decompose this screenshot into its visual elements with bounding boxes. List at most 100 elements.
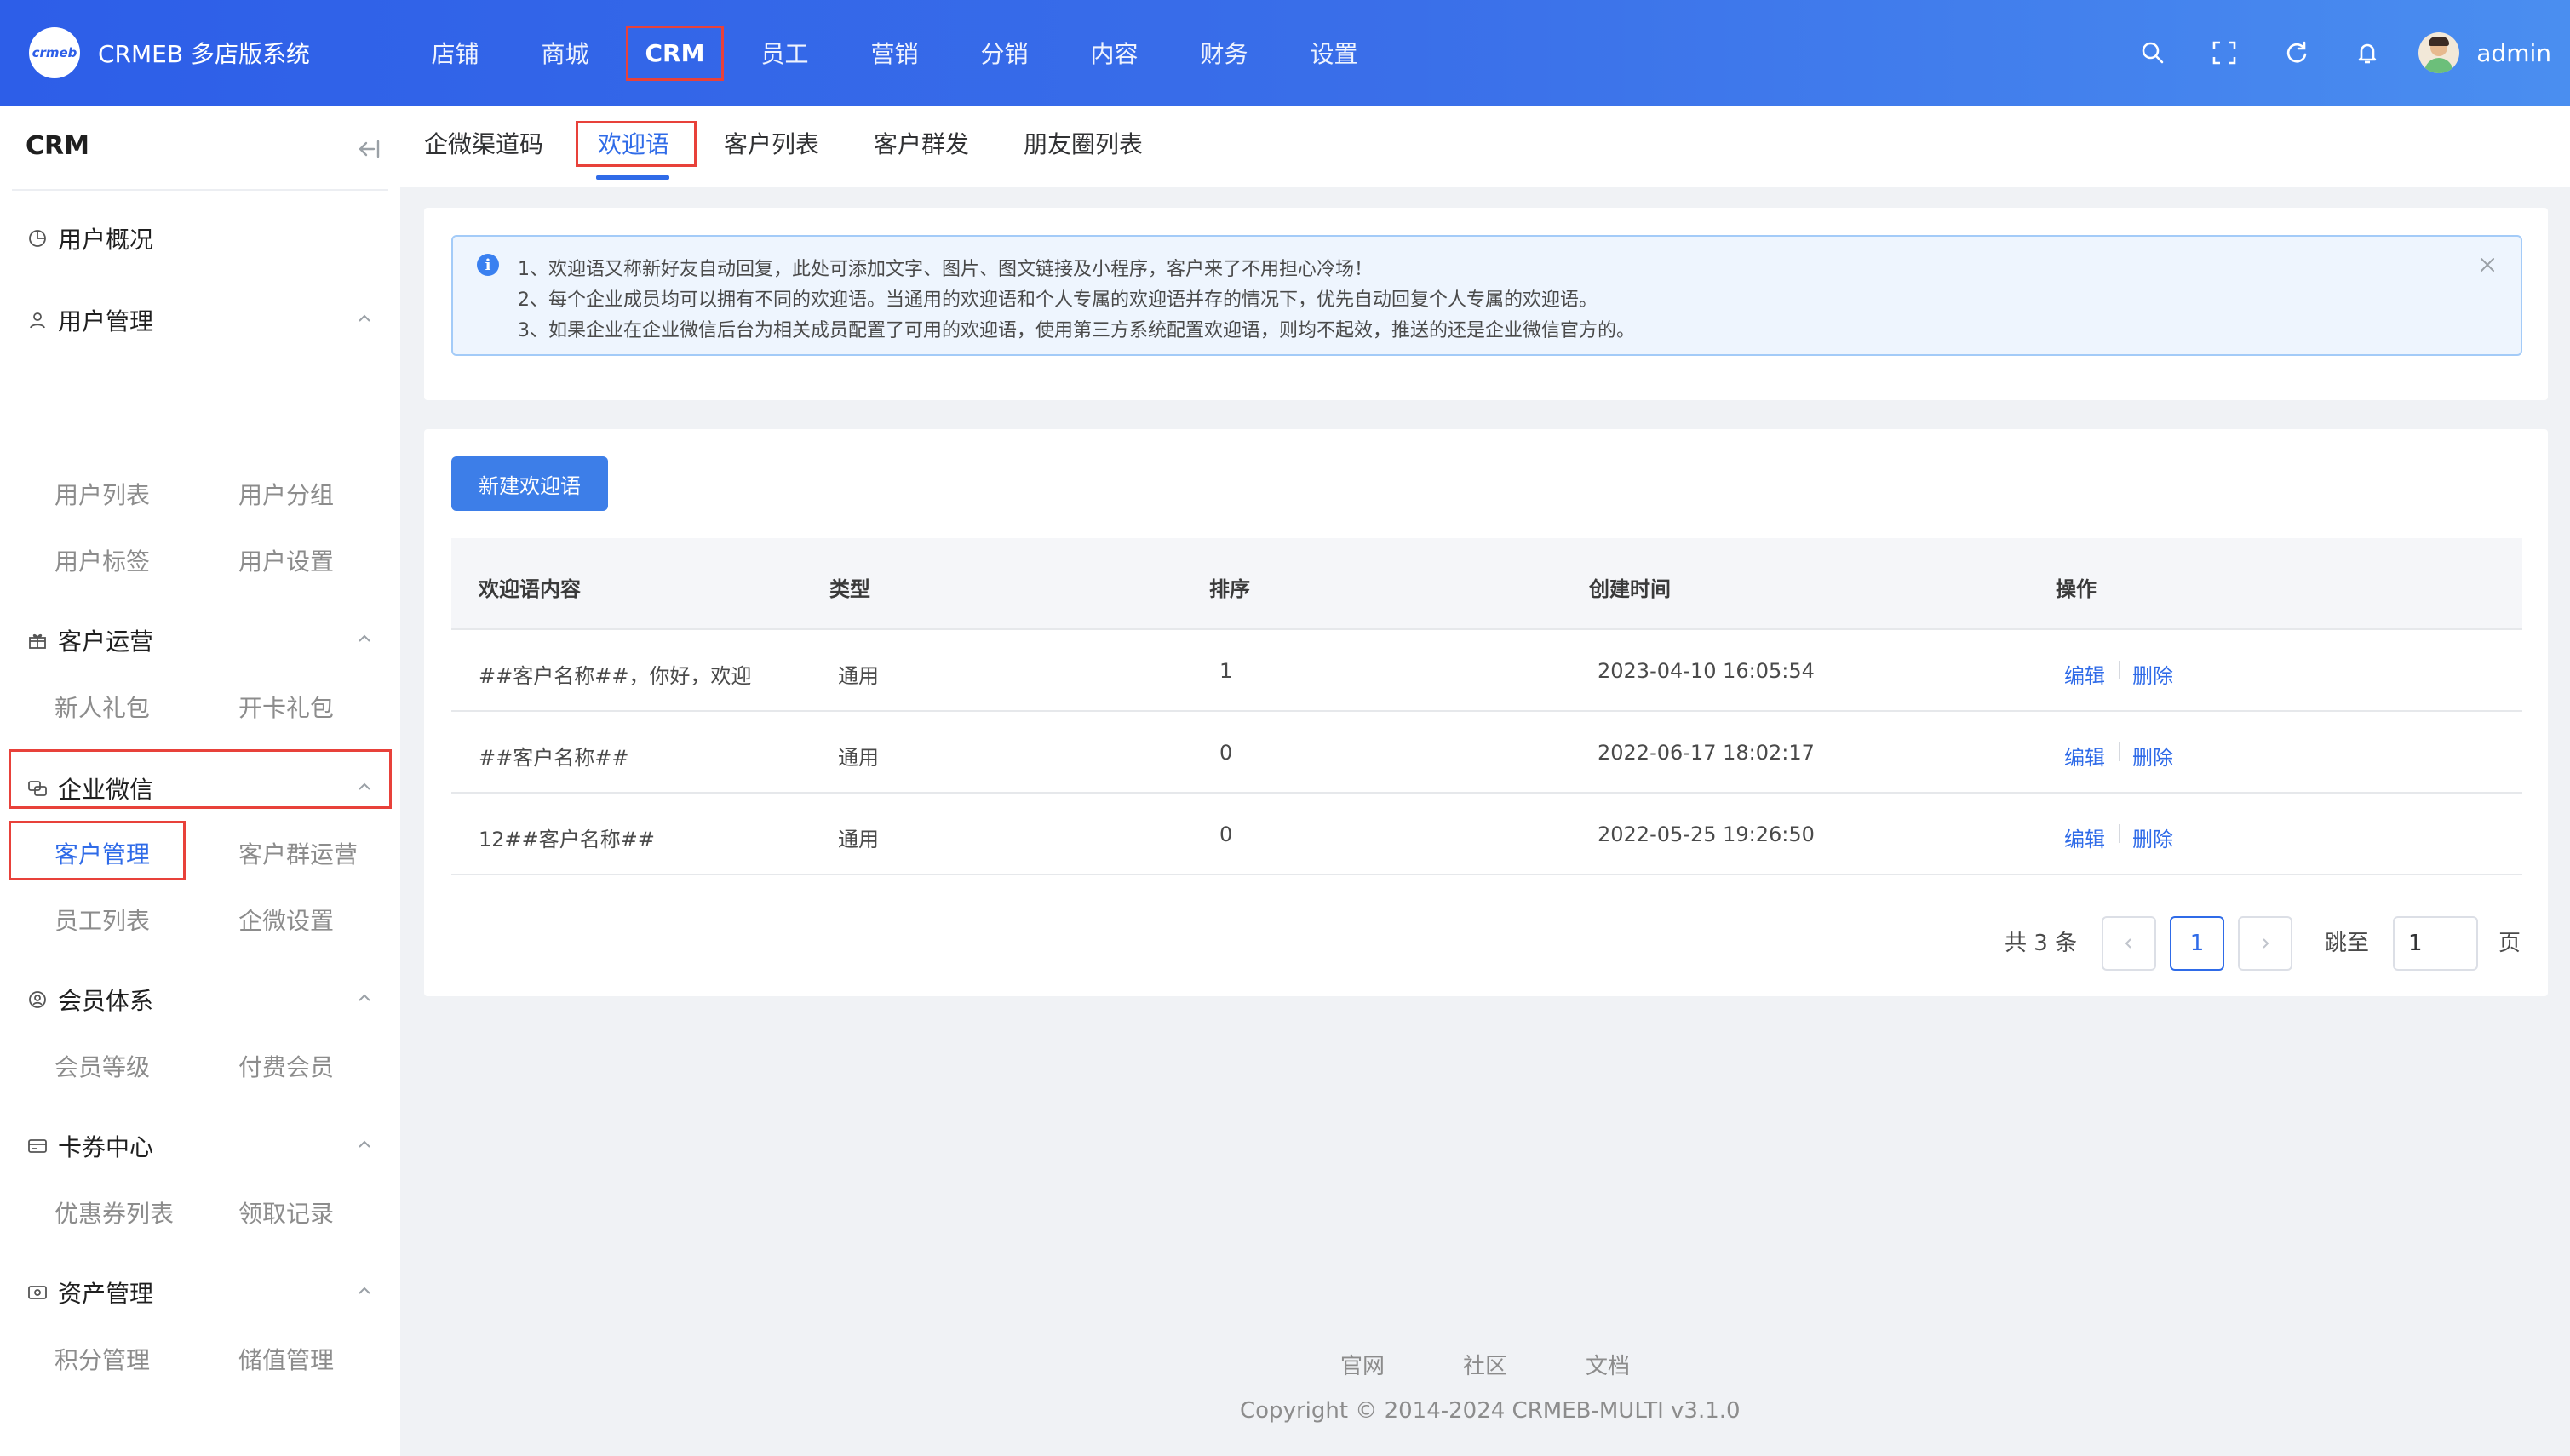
sidebar-item-newcomer-gift[interactable]: 新人礼包 [54,690,150,724]
topnav-item-settings[interactable]: 设置 [1279,0,1389,106]
sidebar-group-label: 资产管理 [58,1280,154,1308]
copyright: Copyright © 2014-2024 CRMEB-MULTI v3.1.0 [1240,1398,1741,1424]
alert-line: 2、每个企业成员均可以拥有不同的欢迎语。当通用的欢迎语和个人专属的欢迎语并存的情… [518,289,1598,311]
tab-active-indicator [596,175,669,180]
sidebar-item-user-tags[interactable]: 用户标签 [54,543,150,577]
sidebar-item-coupon-list[interactable]: 优惠券列表 [54,1195,174,1230]
column-header-type: 类型 [829,577,870,601]
edit-link[interactable]: 编辑 [2064,741,2105,771]
sidebar-item-user-groups[interactable]: 用户分组 [238,477,334,511]
page-jump-input[interactable] [2393,916,2478,971]
topnav-item-finance[interactable]: 财务 [1169,0,1279,106]
brand-title: CRMEB 多店版系统 [98,40,310,68]
sidebar-item-overview[interactable]: 用户概况 [0,209,400,264]
delete-link[interactable]: 删除 [2132,659,2173,689]
topnav-item-mall[interactable]: 商城 [510,0,620,106]
cell-created: 2022-06-17 18:02:17 [1598,741,1815,765]
highlight-box [9,821,186,880]
cell-content: ##客户名称## [479,746,629,770]
top-nav: 店铺 商城 CRM 员工 营销 分销 内容 财务 设置 [400,0,1389,106]
table-row: ##客户名称## 通用 0 2022-06-17 18:02:17 编辑 删除 [451,712,2522,794]
logo[interactable]: crmeb [29,27,80,78]
logo-text: crmeb [32,45,77,60]
sidebar-item-claim-records[interactable]: 领取记录 [238,1195,334,1230]
cell-content: ##客户名称##，你好，欢迎 [479,664,752,688]
sidebar-group-coupons[interactable]: 卡券中心 [0,1117,400,1172]
topnav-item-crm[interactable]: CRM [620,0,730,106]
user-menu[interactable]: admin [2418,32,2551,73]
edit-link[interactable]: 编辑 [2064,659,2105,689]
sidebar-item-staff-list[interactable]: 员工列表 [54,903,150,937]
pagination-total: 共 3 条 [2005,931,2078,956]
prev-page-button[interactable] [2102,916,2156,971]
sidebar-item-points[interactable]: 积分管理 [54,1342,150,1376]
page-number-button[interactable]: 1 [2170,916,2224,971]
tab-customer-list[interactable]: 客户列表 [724,126,819,160]
table-row: 12##客户名称## 通用 0 2022-05-25 19:26:50 编辑 删… [451,794,2522,875]
sidebar-group-user[interactable]: 用户管理 [0,291,400,346]
chevron-up-icon [359,314,370,322]
cell-type: 通用 [838,746,879,770]
sidebar: CRM 用户概况 用户管理 用户列表 用户分组 用户标签 用户设置 客户运营 新… [0,106,400,1456]
sidebar-item-wecom-settings[interactable]: 企微设置 [238,903,334,937]
topnav-item-content[interactable]: 内容 [1059,0,1169,106]
username: admin [2476,38,2551,67]
footer-link-website[interactable]: 官网 [1340,1349,1385,1380]
column-header-sort: 排序 [1209,577,1250,601]
collapse-icon[interactable] [353,136,381,162]
edit-link[interactable]: 编辑 [2064,823,2105,852]
jump-label: 跳至 [2325,931,2370,956]
wallet-icon [28,1286,47,1299]
refresh-icon[interactable] [2260,0,2332,106]
new-welcome-button[interactable]: 新建欢迎语 [451,456,608,511]
header-tools: admin [2117,0,2570,106]
chevron-up-icon [359,634,370,642]
sidebar-item-group-ops[interactable]: 客户群运营 [238,836,358,870]
search-icon[interactable] [2117,0,2189,106]
tab-customer-broadcast[interactable]: 客户群发 [874,126,969,160]
delete-link[interactable]: 删除 [2132,823,2173,852]
alert-line: 1、欢迎语又称新好友自动回复，此处可添加文字、图片、图文链接及小程序，客户来了不… [518,259,1374,280]
tab-channel-code[interactable]: 企微渠道码 [424,126,543,160]
footer-link-community[interactable]: 社区 [1463,1349,1507,1380]
member-icon [29,991,46,1008]
sidebar-item-stored-value[interactable]: 储值管理 [238,1342,334,1376]
next-page-button[interactable] [2238,916,2292,971]
table-row: ##客户名称##，你好，欢迎 通用 1 2023-04-10 16:05:54 … [451,630,2522,712]
topnav-item-marketing[interactable]: 营销 [840,0,949,106]
footer-link-docs[interactable]: 文档 [1586,1349,1630,1380]
chevron-up-icon [359,1140,370,1148]
close-icon[interactable] [2478,255,2497,274]
sidebar-header: CRM [12,106,388,191]
info-alert: i 1、欢迎语又称新好友自动回复，此处可添加文字、图片、图文链接及小程序，客户来… [451,235,2522,356]
sidebar-group-label: 会员体系 [58,987,154,1015]
sidebar-item-paid-member[interactable]: 付费会员 [238,1049,334,1083]
page-suffix: 页 [2498,931,2521,956]
column-header-actions: 操作 [2056,577,2097,601]
sidebar-item-label: 用户概况 [58,226,154,254]
topnav-item-distribution[interactable]: 分销 [949,0,1059,106]
card-icon [28,1139,47,1153]
sidebar-group-membership[interactable]: 会员体系 [0,971,400,1025]
column-header-created: 创建时间 [1589,577,1671,601]
tab-moments-list[interactable]: 朋友圈列表 [1024,126,1143,160]
cell-sort: 0 [1219,823,1233,846]
sidebar-group-customer-ops[interactable]: 客户运营 [0,611,400,666]
topnav-item-staff[interactable]: 员工 [730,0,840,106]
action-divider [2119,824,2120,843]
cell-created: 2023-04-10 16:05:54 [1598,659,1815,683]
sidebar-group-assets[interactable]: 资产管理 [0,1264,400,1318]
tab-bar: 企微渠道码 欢迎语 客户列表 客户群发 朋友圈列表 [400,106,2570,187]
cell-content: 12##客户名称## [479,828,655,851]
chevron-up-icon [359,1287,370,1294]
delete-link[interactable]: 删除 [2132,741,2173,771]
topnav-item-store[interactable]: 店铺 [400,0,510,106]
cell-sort: 1 [1219,659,1233,683]
sidebar-item-card-gift[interactable]: 开卡礼包 [238,690,334,724]
sidebar-group-label: 客户运营 [58,628,154,656]
sidebar-item-user-list[interactable]: 用户列表 [54,477,150,511]
bell-icon[interactable] [2332,0,2403,106]
fullscreen-icon[interactable] [2189,0,2260,106]
sidebar-item-member-level[interactable]: 会员等级 [54,1049,150,1083]
sidebar-item-user-settings[interactable]: 用户设置 [238,543,334,577]
